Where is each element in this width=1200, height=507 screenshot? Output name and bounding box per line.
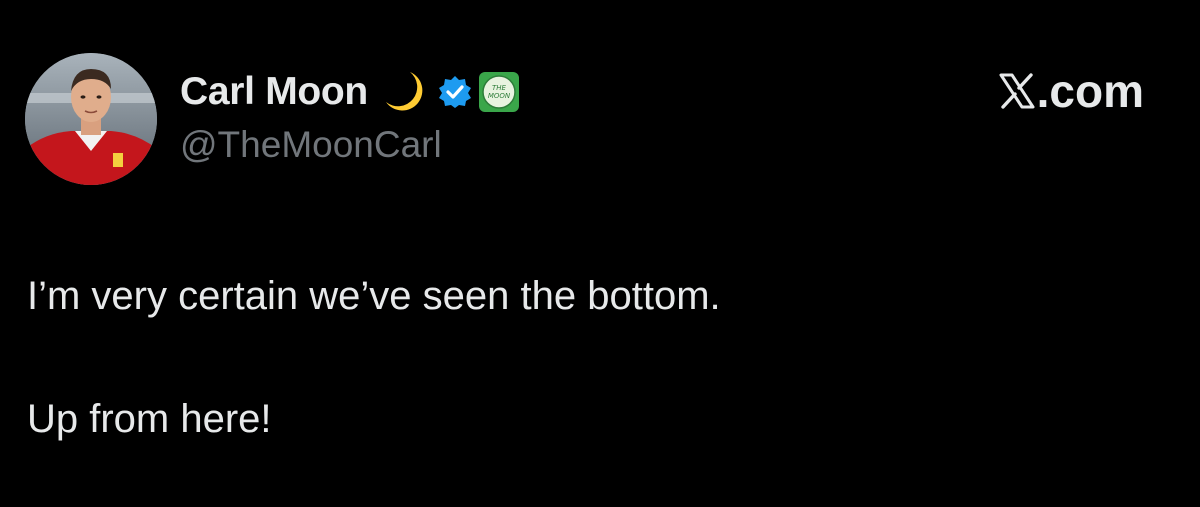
- tweet-text: I’m very certain we’ve seen the bottom. …: [27, 266, 1167, 449]
- display-name[interactable]: Carl Moon: [180, 70, 368, 114]
- tweet-card: Carl Moon THE MOON @TheMoonCarl .com I’m…: [0, 0, 1200, 507]
- crescent-moon-icon: [385, 72, 423, 111]
- author-block: Carl Moon THE MOON @TheMoonCarl: [180, 66, 520, 166]
- affiliate-badge-text-1: THE: [492, 84, 507, 92]
- avatar-photo: [25, 53, 157, 185]
- avatar[interactable]: [25, 53, 157, 185]
- site-domain: .com: [1036, 65, 1144, 117]
- site-label: .com: [998, 64, 1144, 118]
- affiliate-badge-text-2: MOON: [488, 92, 511, 100]
- affiliate-badge-icon[interactable]: THE MOON: [478, 71, 520, 113]
- x-logo-icon: [999, 73, 1035, 109]
- handle[interactable]: @TheMoonCarl: [180, 124, 520, 166]
- tweet-line-1: I’m very certain we’ve seen the bottom.: [27, 274, 721, 318]
- tweet-line-2: Up from here!: [27, 397, 272, 441]
- verified-badge-icon[interactable]: [438, 75, 472, 109]
- name-row: Carl Moon THE MOON: [180, 66, 520, 118]
